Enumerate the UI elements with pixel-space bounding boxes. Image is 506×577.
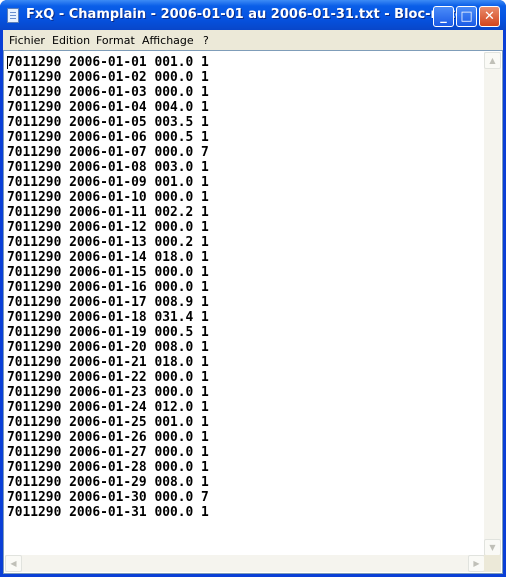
menu-help[interactable]: ?	[203, 34, 209, 47]
arrow-left-icon: ◀	[10, 559, 17, 568]
text-line: 7011290 2006-01-13 000.2 1	[7, 235, 209, 250]
title-bar[interactable]: FxQ - Champlain - 2006-01-01 au 2006-01-…	[0, 0, 506, 30]
text-line: 7011290 2006-01-27 000.0 1	[7, 445, 209, 460]
menu-bar: Fichier Edition Format Affichage ?	[3, 30, 503, 50]
text-line: 7011290 2006-01-12 000.0 1	[7, 220, 209, 235]
text-line: 7011290 2006-01-06 000.5 1	[7, 130, 209, 145]
minimize-button[interactable]: _	[433, 6, 454, 27]
text-line: 7011290 2006-01-01 001.0 1	[7, 55, 209, 70]
text-line: 7011290 2006-01-03 000.0 1	[7, 85, 209, 100]
text-line: 7011290 2006-01-18 031.4 1	[7, 310, 209, 325]
text-line: 7011290 2006-01-05 003.5 1	[7, 115, 209, 130]
text-line: 7011290 2006-01-14 018.0 1	[7, 250, 209, 265]
text-line: 7011290 2006-01-09 001.0 1	[7, 175, 209, 190]
scroll-left-button[interactable]: ◀	[5, 555, 22, 572]
scroll-down-button[interactable]: ▼	[484, 539, 501, 556]
text-line: 7011290 2006-01-31 000.0 1	[7, 505, 209, 520]
text-line: 7011290 2006-01-15 000.0 1	[7, 265, 209, 280]
text-line: 7011290 2006-01-02 000.0 1	[7, 70, 209, 85]
text-line: 7011290 2006-01-29 008.0 1	[7, 475, 209, 490]
notepad-icon[interactable]	[7, 8, 19, 23]
text-caret	[7, 56, 8, 69]
text-line: 7011290 2006-01-23 000.0 1	[7, 385, 209, 400]
scroll-up-button[interactable]: ▲	[484, 52, 501, 69]
window-title: FxQ - Champlain - 2006-01-01 au 2006-01-…	[26, 7, 472, 22]
arrow-down-icon: ▼	[489, 543, 496, 552]
text-line: 7011290 2006-01-22 000.0 1	[7, 370, 209, 385]
text-line: 7011290 2006-01-17 008.9 1	[7, 295, 209, 310]
menu-edition[interactable]: Edition	[52, 34, 90, 47]
horizontal-scrollbar[interactable]: ◀ ▶	[5, 555, 485, 572]
minimize-icon: _	[440, 9, 447, 24]
text-line: 7011290 2006-01-24 012.0 1	[7, 400, 209, 415]
text-line: 7011290 2006-01-07 000.0 7	[7, 145, 209, 160]
menu-fichier[interactable]: Fichier	[9, 34, 45, 47]
notepad-window: FxQ - Champlain - 2006-01-01 au 2006-01-…	[0, 0, 506, 577]
text-line: 7011290 2006-01-21 018.0 1	[7, 355, 209, 370]
text-editor[interactable]: 7011290 2006-01-01 001.0 1 7011290 2006-0…	[3, 50, 503, 574]
text-line: 7011290 2006-01-26 000.0 1	[7, 430, 209, 445]
text-line: 7011290 2006-01-10 000.0 1	[7, 190, 209, 205]
text-line: 7011290 2006-01-25 001.0 1	[7, 415, 209, 430]
maximize-button[interactable]: □	[456, 6, 477, 27]
size-grip[interactable]	[484, 555, 501, 572]
menu-affichage[interactable]: Affichage	[142, 34, 194, 47]
text-line: 7011290 2006-01-16 000.0 1	[7, 280, 209, 295]
text-content[interactable]: 7011290 2006-01-01 001.0 1 7011290 2006-0…	[7, 55, 209, 520]
scroll-right-button[interactable]: ▶	[468, 555, 485, 572]
text-line: 7011290 2006-01-11 002.2 1	[7, 205, 209, 220]
menu-format[interactable]: Format	[96, 34, 135, 47]
maximize-icon: □	[460, 9, 473, 24]
text-line: 7011290 2006-01-30 000.0 7	[7, 490, 209, 505]
arrow-right-icon: ▶	[473, 559, 480, 568]
arrow-up-icon: ▲	[489, 56, 496, 65]
close-button[interactable]: ✕	[479, 6, 500, 27]
vertical-scrollbar[interactable]: ▲ ▼	[484, 52, 501, 556]
text-line: 7011290 2006-01-20 008.0 1	[7, 340, 209, 355]
text-line: 7011290 2006-01-08 003.0 1	[7, 160, 209, 175]
close-icon: ✕	[484, 9, 495, 24]
text-line: 7011290 2006-01-19 000.5 1	[7, 325, 209, 340]
text-line: 7011290 2006-01-04 004.0 1	[7, 100, 209, 115]
text-line: 7011290 2006-01-28 000.0 1	[7, 460, 209, 475]
